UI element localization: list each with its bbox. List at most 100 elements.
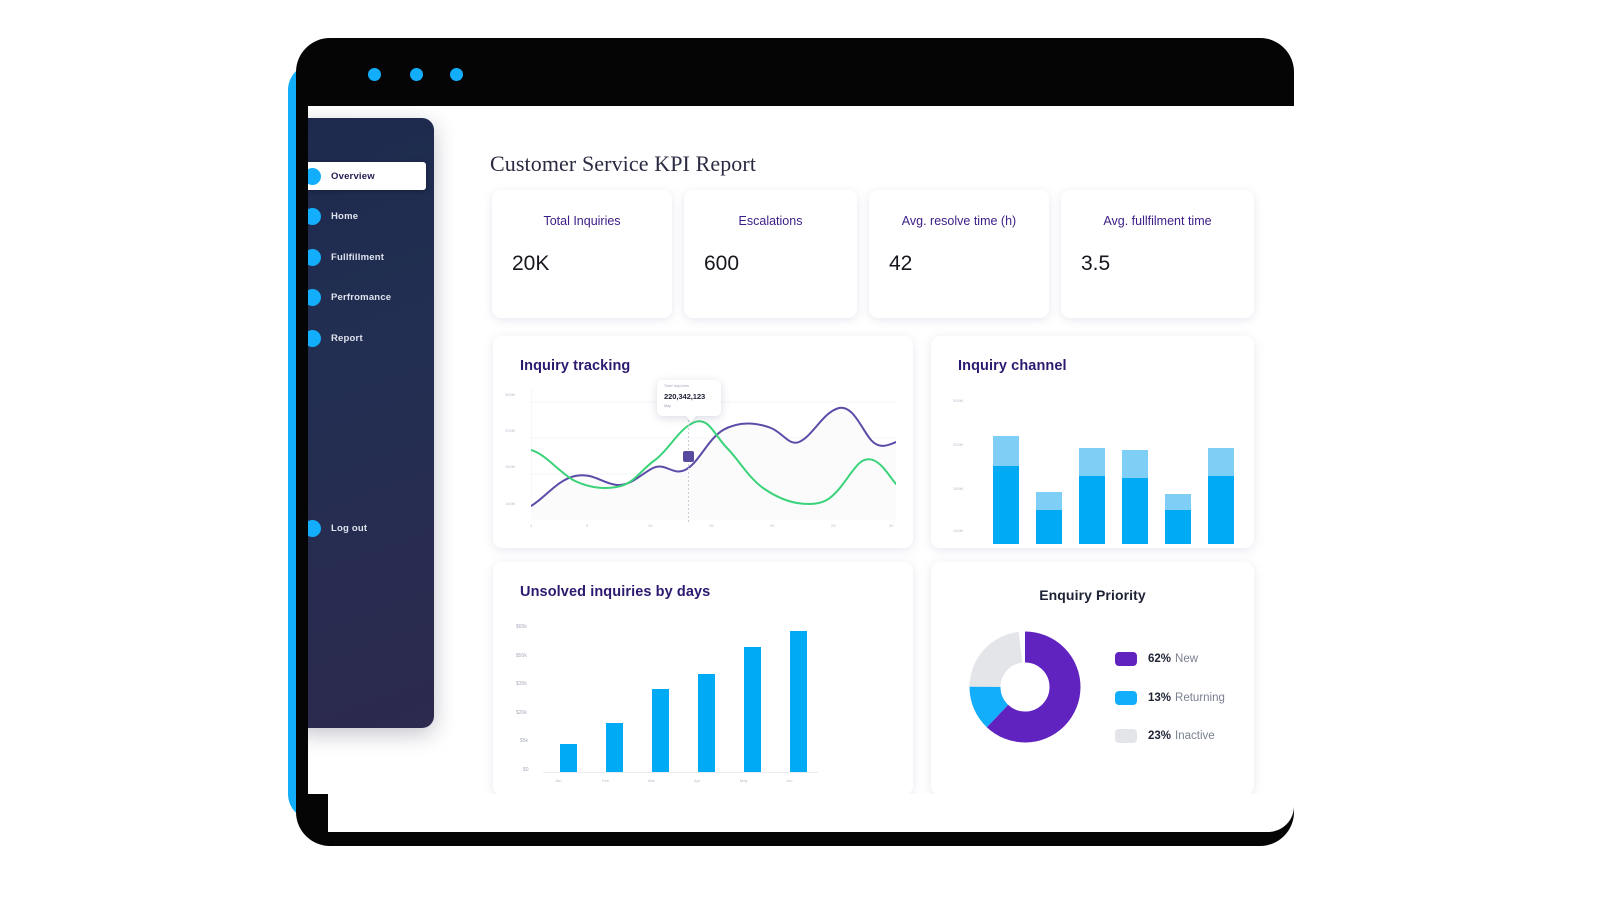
kpi-value: 42 xyxy=(889,252,913,275)
sidebar-item-label: Overview xyxy=(331,170,375,182)
sidebar-item-report[interactable]: Report xyxy=(308,324,426,352)
y-axis-tick: 140M xyxy=(953,528,964,533)
panel-enquiry-priority: Enquiry Priority 62% New 13% Returning 2… xyxy=(931,562,1254,794)
x-axis-tick: 30 xyxy=(889,523,894,528)
kpi-title: Avg. fullfilment time xyxy=(1103,214,1212,228)
sidebar-item-label: Report xyxy=(331,332,363,344)
kpi-card-avg-fullfilment-time[interactable]: Avg. fullfilment time 3.5 xyxy=(1061,190,1254,318)
sidebar-item-overview[interactable]: Overview xyxy=(308,162,426,190)
legend-percent: 23% xyxy=(1148,730,1172,742)
bar-may[interactable] xyxy=(744,647,761,772)
kpi-card-escalations[interactable]: Escalations 600 xyxy=(684,190,857,318)
sidebar-item-label: Perfromance xyxy=(331,292,392,303)
legend-item-new[interactable]: 62% New xyxy=(1115,652,1198,666)
panel-title: Inquiry tracking xyxy=(520,358,631,374)
kpi-title: Total Inquiries xyxy=(543,214,621,228)
sidebar-nav-list: Overview Home Fullfillment Perfromance R… xyxy=(308,162,434,365)
kpi-value: 600 xyxy=(704,252,740,275)
legend-swatch-new xyxy=(1115,652,1137,666)
y-axis-tick: $65k xyxy=(516,624,527,630)
x-axis-tick: 25 xyxy=(831,523,836,528)
tooltip-arrow xyxy=(685,415,697,422)
panel-title: Unsolved inquiries by days xyxy=(520,584,711,600)
legend-percent: 13% xyxy=(1148,692,1172,704)
stacked-bar-chart-plot xyxy=(983,398,1234,544)
kpi-title: Escalations xyxy=(738,214,803,228)
donut-chart-svg xyxy=(969,631,1081,743)
legend-percent: 62% xyxy=(1148,653,1172,665)
y-axis-tick: 220M xyxy=(953,442,964,447)
panel-inquiry-tracking: Inquiry tracking 300M 220M 150M 140M 1 5… xyxy=(493,336,913,548)
stacked-bar-2[interactable] xyxy=(1036,492,1062,544)
stacked-bar-5[interactable] xyxy=(1165,494,1191,544)
y-axis-tick: 150M xyxy=(505,464,516,469)
x-axis-tick: 5 xyxy=(586,523,589,528)
legend-swatch-inactive xyxy=(1115,729,1137,743)
dashboard-app: Customer Service KPI Report Overview Hom… xyxy=(308,106,1294,794)
y-axis-tick: 150M xyxy=(953,486,964,491)
window-dot-1-icon[interactable] xyxy=(368,68,381,81)
chart-hover-marker[interactable] xyxy=(683,451,694,462)
sidebar-item-perfromance[interactable]: Perfromance xyxy=(308,284,426,312)
x-axis-tick: 15 xyxy=(709,523,714,528)
panel-title: Inquiry channel xyxy=(958,358,1067,374)
bar-jan[interactable] xyxy=(560,744,577,772)
x-axis-tick: 1 xyxy=(530,523,533,528)
donut-chart[interactable] xyxy=(963,625,1087,754)
kpi-card-total-inquiries[interactable]: Total Inquiries 20K xyxy=(492,190,672,318)
legend-item-returning[interactable]: 13% Returning xyxy=(1115,691,1225,705)
bar-segment-overlay xyxy=(1165,494,1191,510)
legend-swatch-returning xyxy=(1115,691,1137,705)
window-dot-2-icon[interactable] xyxy=(410,68,423,81)
bar-segment-base xyxy=(993,466,1019,544)
legend-label: Inactive xyxy=(1175,730,1215,742)
bar-segment-base xyxy=(1208,476,1234,544)
bar-feb[interactable] xyxy=(606,723,623,772)
donut-slice-inactive xyxy=(969,631,1081,743)
x-axis-tick: Apr xyxy=(694,778,701,783)
y-axis-tick: 300M xyxy=(505,392,516,397)
y-axis-tick: $20k xyxy=(516,710,527,716)
sidebar: Overview Home Fullfillment Perfromance R… xyxy=(308,118,434,728)
stacked-bar-3[interactable] xyxy=(1079,448,1105,544)
x-axis-tick: Jun xyxy=(786,778,793,783)
y-axis-tick: 300M xyxy=(953,398,964,403)
kpi-card-avg-resolve-time[interactable]: Avg. resolve time (h) 42 xyxy=(869,190,1049,318)
y-axis-tick: $5k xyxy=(520,738,529,744)
x-axis-tick: 10 xyxy=(648,523,653,528)
sidebar-item-logout[interactable]: Log out xyxy=(308,514,368,542)
panel-unsolved-inquiries: Unsolved inquiries by days $65k $50k $35… xyxy=(493,562,913,794)
x-axis-tick: Jan xyxy=(555,778,562,783)
sidebar-item-home[interactable]: Home xyxy=(308,203,426,231)
y-axis-tick: $50k xyxy=(516,653,527,659)
window-dot-3-icon[interactable] xyxy=(450,68,463,81)
x-axis-line xyxy=(543,772,818,773)
y-axis-tick: 220M xyxy=(505,428,516,433)
bar-segment-overlay xyxy=(1036,492,1062,510)
x-axis-tick: 20 xyxy=(770,523,775,528)
x-axis-tick: Mar xyxy=(648,778,655,783)
stacked-bar-6[interactable] xyxy=(1208,448,1234,544)
sidebar-logout-label: Log out xyxy=(331,522,368,534)
bar-jun[interactable] xyxy=(790,631,807,772)
bar-segment-base xyxy=(1036,510,1062,544)
panel-title: Enquiry Priority xyxy=(1039,587,1146,603)
x-axis-tick: May xyxy=(740,778,748,783)
bar-chart-plot xyxy=(548,624,818,772)
legend-label: New xyxy=(1175,653,1199,665)
sidebar-item-label: Home xyxy=(331,211,359,222)
bar-segment-overlay xyxy=(993,436,1019,466)
bar-segment-base xyxy=(1122,478,1148,544)
stacked-bar-4[interactable] xyxy=(1122,450,1148,544)
window-titlebar xyxy=(296,38,1294,106)
sidebar-item-fullfillment[interactable]: Fullfillment xyxy=(308,243,426,271)
y-axis-tick: $35k xyxy=(516,681,527,687)
bar-mar[interactable] xyxy=(652,689,669,772)
panel-inquiry-channel: Inquiry channel 300M 220M 150M 140M xyxy=(931,336,1254,548)
legend-item-inactive[interactable]: 23% Inactive xyxy=(1115,729,1215,743)
chart-hover-line xyxy=(688,416,689,524)
bar-apr[interactable] xyxy=(698,674,715,772)
chart-tooltip: Total Inquiries 220,342,123 May xyxy=(657,380,721,422)
y-axis-tick: $0 xyxy=(523,767,529,773)
stacked-bar-1[interactable] xyxy=(993,436,1019,544)
